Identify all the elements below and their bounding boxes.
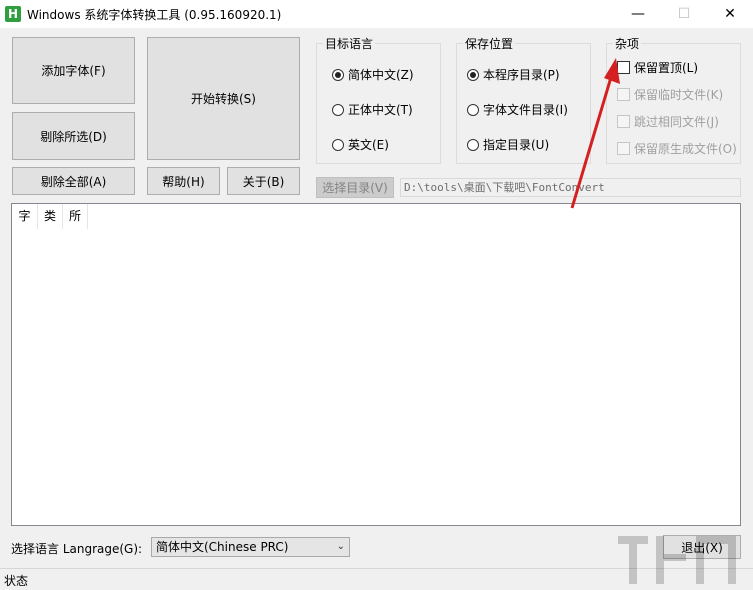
column-header[interactable]: 所: [63, 204, 88, 229]
remove-selected-button[interactable]: 剔除所选(D): [12, 112, 135, 160]
close-button[interactable]: ✕: [707, 0, 753, 28]
radio-label: 字体文件目录(I): [483, 103, 568, 117]
radio-label: 指定目录(U): [483, 138, 550, 152]
language-select-value: 简体中文(Chinese PRC): [156, 540, 289, 554]
chevron-down-icon: ⌄: [336, 541, 345, 552]
radio-label: 英文(E): [348, 138, 389, 152]
save-location-title: 保存位置: [463, 35, 516, 52]
target-language-group: 目标语言 简体中文(Z) 正体中文(T) 英文(E): [316, 35, 441, 164]
watermark-logo-icon: [618, 536, 736, 584]
language-select[interactable]: 简体中文(Chinese PRC) ⌄: [151, 537, 350, 557]
annotation-arrow-icon: [570, 58, 620, 209]
radio-font-file-dir[interactable]: 字体文件目录(I): [467, 101, 568, 118]
checkbox-label: 跳过相同文件(J): [634, 115, 719, 129]
radio-program-dir[interactable]: 本程序目录(P): [467, 66, 560, 83]
start-convert-button[interactable]: 开始转换(S): [147, 37, 300, 160]
about-button[interactable]: 关于(B): [227, 167, 300, 195]
file-list[interactable]: 字 类 所: [11, 203, 741, 526]
radio-english[interactable]: 英文(E): [332, 136, 389, 153]
radio-label: 本程序目录(P): [483, 68, 560, 82]
title-bar: H Windows 系统字体转换工具 (0.95.160920.1) — ☐ ✕: [0, 0, 753, 28]
radio-icon[interactable]: [467, 138, 479, 151]
radio-traditional-chinese[interactable]: 正体中文(T): [332, 101, 413, 118]
app-icon: H: [5, 6, 21, 22]
checkbox-label: 保留原生成文件(O): [634, 142, 737, 156]
radio-selected-icon[interactable]: [467, 68, 479, 81]
maximize-button[interactable]: ☐: [661, 0, 707, 28]
radio-icon[interactable]: [332, 103, 344, 116]
checkbox-label: 保留临时文件(K): [634, 88, 724, 102]
radio-icon[interactable]: [467, 103, 479, 116]
checkbox-keep-original[interactable]: 保留原生成文件(O): [617, 140, 737, 157]
arrow-head: [604, 58, 620, 84]
status-text: 状态: [4, 574, 29, 588]
checkbox-label: 保留置顶(L): [634, 61, 699, 75]
help-button[interactable]: 帮助(H): [147, 167, 220, 195]
minimize-button[interactable]: —: [615, 0, 661, 28]
radio-custom-dir[interactable]: 指定目录(U): [467, 136, 549, 153]
radio-selected-icon[interactable]: [332, 68, 344, 81]
choose-directory-button[interactable]: 选择目录(V): [316, 177, 394, 198]
radio-label: 正体中文(T): [348, 103, 413, 117]
radio-simplified-chinese[interactable]: 简体中文(Z): [332, 66, 414, 83]
column-header[interactable]: 字: [12, 204, 38, 229]
window-title: Windows 系统字体转换工具 (0.95.160920.1): [27, 8, 282, 22]
add-font-button[interactable]: 添加字体(F): [12, 37, 135, 104]
language-select-label: 选择语言 Langrage(G):: [11, 542, 143, 556]
checkbox-skip-same[interactable]: 跳过相同文件(J): [617, 113, 719, 130]
target-language-title: 目标语言: [323, 35, 376, 52]
checkbox-keep-temp[interactable]: 保留临时文件(K): [617, 86, 723, 103]
radio-label: 简体中文(Z): [348, 68, 414, 82]
remove-all-button[interactable]: 剔除全部(A): [12, 167, 135, 195]
arrow-shaft: [570, 73, 614, 209]
radio-icon[interactable]: [332, 138, 344, 151]
column-header[interactable]: 类: [38, 204, 63, 229]
